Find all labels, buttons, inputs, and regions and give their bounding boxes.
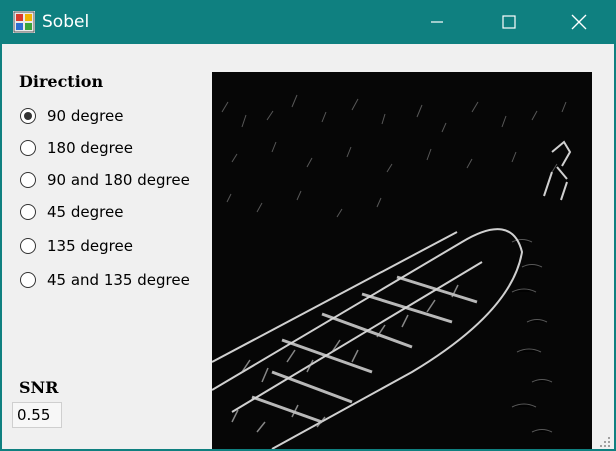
radio-label[interactable]: 90 and 180 degree (47, 171, 190, 189)
client-area: Direction 90 degree 180 degree 90 and 18… (2, 44, 614, 449)
snr-label: SNR (19, 378, 59, 397)
radio-90-degree[interactable]: 90 degree (20, 105, 123, 127)
maximize-icon (502, 15, 516, 29)
minimize-icon (431, 21, 443, 23)
snr-value-field[interactable]: 0.55 (12, 402, 62, 428)
radio-label[interactable]: 90 degree (47, 107, 123, 125)
edge-image (212, 72, 592, 449)
radio-circle[interactable] (20, 140, 36, 156)
radio-45-degree[interactable]: 45 degree (20, 201, 123, 223)
close-icon (571, 14, 587, 30)
sobel-output-image (212, 72, 592, 449)
radio-circle[interactable] (20, 238, 36, 254)
radio-45-and-135-degree[interactable]: 45 and 135 degree (20, 269, 190, 291)
maximize-button[interactable] (486, 0, 532, 44)
app-icon (13, 11, 35, 33)
size-grip-icon[interactable] (598, 435, 612, 449)
sobel-window: Sobel Direction 90 degree 180 degree 90 … (0, 0, 616, 451)
radio-circle[interactable] (20, 108, 36, 124)
close-button[interactable] (556, 0, 602, 44)
radio-180-degree[interactable]: 180 degree (20, 137, 133, 159)
radio-circle[interactable] (20, 172, 36, 188)
radio-circle[interactable] (20, 204, 36, 220)
radio-selected-dot (24, 112, 32, 120)
radio-circle[interactable] (20, 272, 36, 288)
direction-label: Direction (19, 72, 104, 91)
radio-label[interactable]: 45 and 135 degree (47, 271, 190, 289)
radio-label[interactable]: 180 degree (47, 139, 133, 157)
window-title: Sobel (42, 12, 90, 32)
radio-label[interactable]: 135 degree (47, 237, 133, 255)
minimize-button[interactable] (414, 0, 460, 44)
radio-label[interactable]: 45 degree (47, 203, 123, 221)
title-bar[interactable]: Sobel (0, 0, 616, 44)
radio-90-and-180-degree[interactable]: 90 and 180 degree (20, 169, 190, 191)
radio-135-degree[interactable]: 135 degree (20, 235, 133, 257)
